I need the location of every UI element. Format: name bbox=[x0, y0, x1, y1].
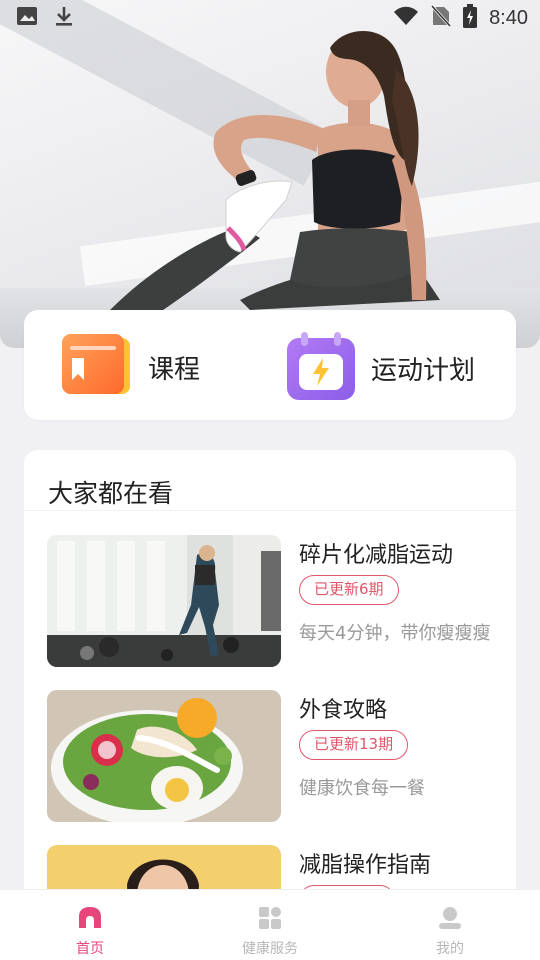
battery-charging-icon bbox=[463, 4, 478, 32]
tab-label: 健康服务 bbox=[242, 941, 298, 957]
tab-home[interactable]: 首页 bbox=[0, 890, 180, 960]
image-icon bbox=[16, 6, 38, 30]
woman-stretching-photo bbox=[110, 31, 440, 312]
item-title: 碎片化减脂运动 bbox=[299, 543, 454, 568]
status-bar: 8:40 bbox=[0, 0, 540, 36]
download-icon bbox=[54, 5, 74, 31]
list-item[interactable]: 碎片化减脂运动 已更新6期 每天4分钟，带你瘦瘦瘦 bbox=[47, 535, 493, 667]
bottom-nav: 首页 健康服务 我的 bbox=[0, 889, 540, 960]
course-label: 课程 bbox=[148, 354, 201, 385]
clock: 8:40 bbox=[489, 6, 528, 29]
item-title: 外食攻略 bbox=[299, 698, 388, 723]
quick-actions-card: 课程 运动计划 bbox=[24, 310, 516, 420]
list-item[interactable]: 外食攻略 已更新13期 健康饮食每一餐 bbox=[47, 690, 493, 822]
home-icon bbox=[78, 906, 102, 934]
item-title: 减脂操作指南 bbox=[299, 853, 432, 878]
item-description: 健康饮食每一餐 bbox=[299, 778, 425, 799]
gym-workout-photo bbox=[47, 535, 281, 667]
wifi-icon bbox=[393, 6, 419, 30]
divider bbox=[24, 510, 516, 511]
tab-label: 我的 bbox=[436, 941, 464, 957]
update-badge: 已更新6期 bbox=[299, 575, 399, 605]
salad-bowl-photo bbox=[47, 690, 281, 822]
popular-panel: 大家都在看 碎片化减脂运动 已更新6期 每天4分钟，带你瘦瘦瘦 外食攻略 已更新… bbox=[24, 450, 516, 960]
no-sim-icon bbox=[430, 4, 452, 31]
hero-banner[interactable] bbox=[0, 0, 540, 348]
item-description: 每天4分钟，带你瘦瘦瘦 bbox=[299, 623, 491, 644]
tab-profile[interactable]: 我的 bbox=[360, 890, 540, 960]
profile-icon bbox=[438, 906, 462, 934]
workout-plan-label: 运动计划 bbox=[371, 355, 476, 386]
tab-label: 首页 bbox=[76, 941, 104, 957]
course-entry[interactable]: 课程 bbox=[62, 334, 200, 400]
update-badge: 已更新13期 bbox=[299, 730, 409, 760]
grid-icon bbox=[258, 906, 282, 934]
calendar-bolt-icon bbox=[287, 332, 355, 404]
section-title: 大家都在看 bbox=[48, 479, 174, 508]
workout-plan-entry[interactable]: 运动计划 bbox=[287, 332, 475, 404]
tab-health-services[interactable]: 健康服务 bbox=[180, 890, 360, 960]
course-folder-icon bbox=[62, 334, 132, 400]
